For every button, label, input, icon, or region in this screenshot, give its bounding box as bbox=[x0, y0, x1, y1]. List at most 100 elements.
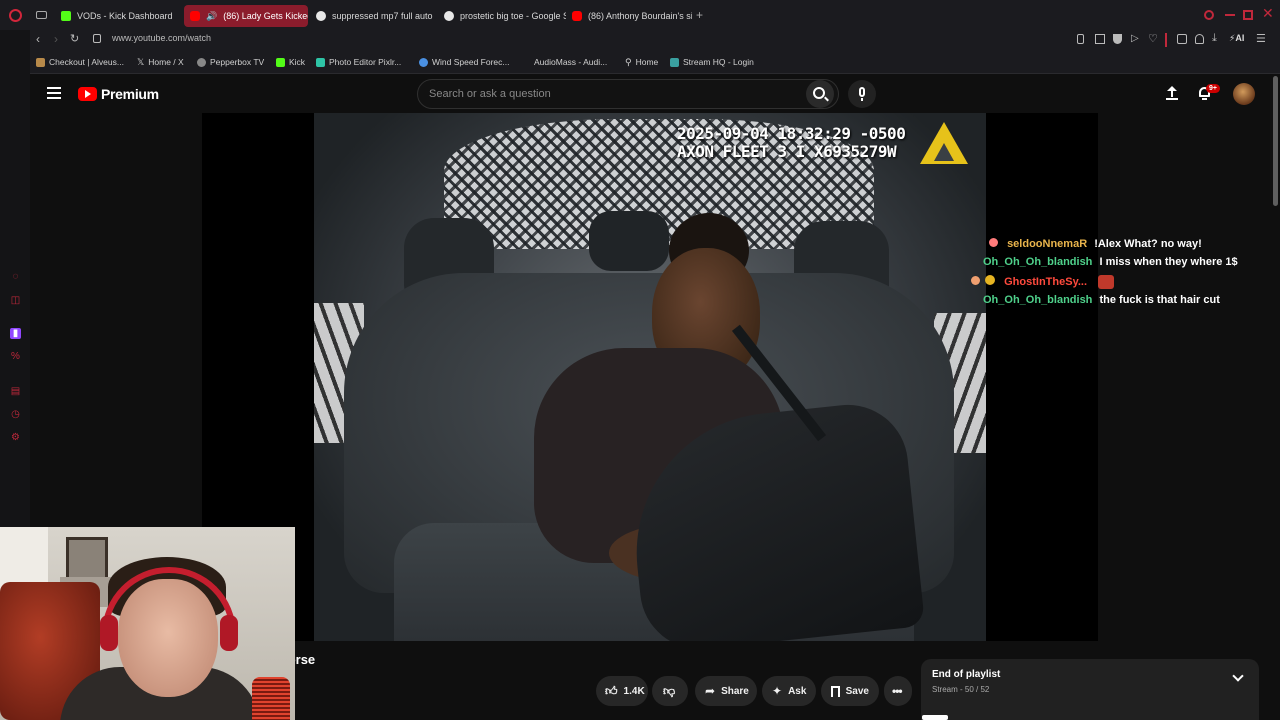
bookmark-audiomass[interactable]: AudioMass - Audi... bbox=[534, 55, 607, 69]
account-icon[interactable] bbox=[1195, 34, 1204, 44]
heart-icon[interactable]: ♡ bbox=[1148, 32, 1158, 45]
kick-icon bbox=[61, 11, 71, 21]
hamburger-menu-icon[interactable] bbox=[47, 87, 61, 99]
play-icon[interactable]: ▷ bbox=[1131, 33, 1139, 44]
tab-prostetic-big-toe[interactable]: prostetic big toe - Google S bbox=[438, 5, 566, 27]
more-icon: ••• bbox=[892, 684, 903, 698]
aria-ai-icon[interactable]: ⚡AI bbox=[1229, 33, 1244, 44]
instagram-icon[interactable]: ◫ bbox=[10, 295, 21, 306]
tab-label: prostetic big toe - Google S bbox=[460, 11, 566, 21]
minimize-button[interactable] bbox=[1225, 14, 1235, 16]
browser-tab-bar: VODs - Kick Dashboard 🔊 (86) Lady Gets K… bbox=[0, 0, 1280, 30]
forward-icon[interactable]: › bbox=[54, 32, 58, 46]
tab-label: (86) Lady Gets Kicked bbox=[223, 11, 308, 21]
bookmark-stream-hq[interactable]: Stream HQ - Login bbox=[670, 55, 754, 69]
tab-label: (86) Anthony Bourdain's si bbox=[588, 11, 692, 21]
bookmark-kick[interactable]: Kick bbox=[276, 55, 305, 69]
snapshot-icon[interactable] bbox=[1095, 34, 1105, 44]
pixlr-icon bbox=[316, 57, 325, 67]
restore-button[interactable] bbox=[1243, 10, 1253, 20]
opera-logo-icon[interactable] bbox=[9, 9, 22, 22]
playlist-subtitle: Stream - 50 / 52 bbox=[932, 685, 990, 694]
close-window-button[interactable]: ✕ bbox=[1262, 5, 1274, 22]
bookmark-icon bbox=[831, 685, 840, 697]
playlist-title: End of playlist bbox=[932, 669, 1001, 680]
bookmark-label: Home bbox=[635, 57, 659, 67]
back-icon[interactable]: ‹ bbox=[36, 32, 40, 46]
headphone-ear-right bbox=[220, 615, 238, 651]
google-icon bbox=[316, 11, 326, 21]
tab-suppressed-mp7[interactable]: suppressed mp7 full auto bbox=[310, 5, 438, 27]
messenger-icon[interactable]: ◌ bbox=[10, 271, 21, 282]
shield-icon[interactable] bbox=[1113, 34, 1122, 44]
page-scrollbar[interactable] bbox=[1271, 75, 1280, 720]
tab-kick-dashboard[interactable]: VODs - Kick Dashboard bbox=[55, 5, 180, 27]
bookmark-wind-speed[interactable]: Wind Speed Forec... bbox=[419, 55, 509, 69]
avatar[interactable] bbox=[1233, 83, 1255, 105]
search-button[interactable] bbox=[806, 80, 834, 108]
more-actions-button[interactable]: ••• bbox=[884, 676, 912, 706]
youtube-icon bbox=[190, 11, 200, 21]
download-icon[interactable]: ⤓ bbox=[1212, 32, 1217, 45]
url-field[interactable]: www.youtube.com/watch bbox=[112, 33, 211, 43]
menu-icon[interactable]: ☰ bbox=[1256, 32, 1266, 45]
chat-username[interactable]: Oh_Oh_Oh_blandish bbox=[983, 294, 1092, 306]
ask-button[interactable]: ✦ Ask bbox=[762, 676, 816, 706]
chat-message: seldooNnemaR !Alex What? no way! bbox=[989, 238, 1202, 250]
bookmark-home-x[interactable]: 𝕏 Home / X bbox=[137, 55, 184, 69]
pinboard-icon[interactable]: ▤ bbox=[10, 386, 21, 397]
chat-username[interactable]: Oh_Oh_Oh_blandish bbox=[983, 256, 1092, 268]
new-tab-button[interactable]: + bbox=[696, 8, 703, 22]
share-icon: ➦ bbox=[705, 684, 716, 698]
pin-icon[interactable] bbox=[1077, 34, 1084, 44]
search-placeholder: Search or ask a question bbox=[429, 88, 551, 100]
youtube-play-icon bbox=[78, 87, 97, 101]
location-pin-icon: ⚲ bbox=[625, 56, 632, 67]
save-button[interactable]: Save bbox=[821, 676, 879, 706]
bookmark-label: Kick bbox=[289, 57, 306, 67]
globe-icon bbox=[419, 57, 428, 67]
dislike-button[interactable]: 👎︎ bbox=[652, 676, 688, 706]
playlist-panel[interactable]: End of playlist Stream - 50 / 52 bbox=[921, 659, 1259, 720]
reload-icon[interactable]: ↻ bbox=[70, 32, 79, 45]
tab-lady-gets-kicked[interactable]: 🔊 (86) Lady Gets Kicked bbox=[184, 5, 308, 27]
extensions-icon[interactable] bbox=[1177, 34, 1187, 44]
history-icon[interactable]: ◷ bbox=[10, 409, 21, 420]
ask-label: Ask bbox=[788, 685, 807, 697]
like-button[interactable]: 👍︎ 1.4K bbox=[596, 676, 648, 706]
tab-anthony-bourdain[interactable]: (86) Anthony Bourdain's si bbox=[566, 5, 692, 27]
bodycam-timestamp: 2025-09-04 18:32:29 -0500 bbox=[677, 124, 906, 143]
settings-icon[interactable]: ⚙ bbox=[10, 432, 21, 443]
tab-label: suppressed mp7 full auto bbox=[332, 11, 433, 21]
youtube-icon bbox=[572, 11, 582, 21]
upload-icon[interactable] bbox=[1166, 86, 1178, 100]
chat-subscriber-badge-icon bbox=[985, 275, 996, 285]
stream-hq-icon bbox=[670, 57, 679, 67]
chat-username[interactable]: seldooNnemaR bbox=[1007, 238, 1087, 250]
save-label: Save bbox=[845, 685, 869, 697]
scrollbar-thumb[interactable] bbox=[1273, 76, 1278, 206]
youtube-logo-text: Premium bbox=[101, 86, 159, 102]
divider bbox=[1165, 33, 1167, 47]
search-input[interactable]: Search or ask a question bbox=[417, 79, 839, 109]
share-button[interactable]: ➦ Share bbox=[695, 676, 757, 706]
sparkle-icon: ✦ bbox=[772, 684, 783, 698]
video-frame[interactable]: 2025-09-04 18:32:29 -0500 AXON FLEET 3 I… bbox=[314, 113, 986, 641]
playlist-thumbnail-strip bbox=[922, 715, 948, 720]
bodycam-device-id: AXON FLEET 3 I X6935279W bbox=[677, 142, 897, 161]
alveus-icon bbox=[36, 57, 45, 67]
youtube-logo[interactable]: Premium bbox=[78, 86, 159, 102]
voice-search-button[interactable] bbox=[848, 80, 876, 108]
chat-username[interactable]: GhostInTheSy... bbox=[1004, 276, 1087, 288]
microphone-device bbox=[252, 677, 290, 720]
search-tabs-icon[interactable] bbox=[1204, 10, 1214, 20]
bookmark-pixlr[interactable]: Photo Editor Pixlr... bbox=[316, 55, 401, 69]
chevron-down-icon[interactable] bbox=[1232, 670, 1244, 682]
like-count: 1.4K bbox=[623, 685, 645, 697]
tab-overview-icon[interactable] bbox=[36, 11, 47, 19]
bookmark-checkout-alveus[interactable]: Checkout | Alveus... bbox=[36, 55, 124, 69]
twitch-icon[interactable]: ▮ bbox=[10, 328, 21, 339]
bookmark-home[interactable]: ⚲ Home bbox=[625, 55, 658, 69]
bookmark-pepperbox-tv[interactable]: Pepperbox TV bbox=[197, 55, 264, 69]
percent-icon[interactable]: % bbox=[10, 351, 21, 362]
